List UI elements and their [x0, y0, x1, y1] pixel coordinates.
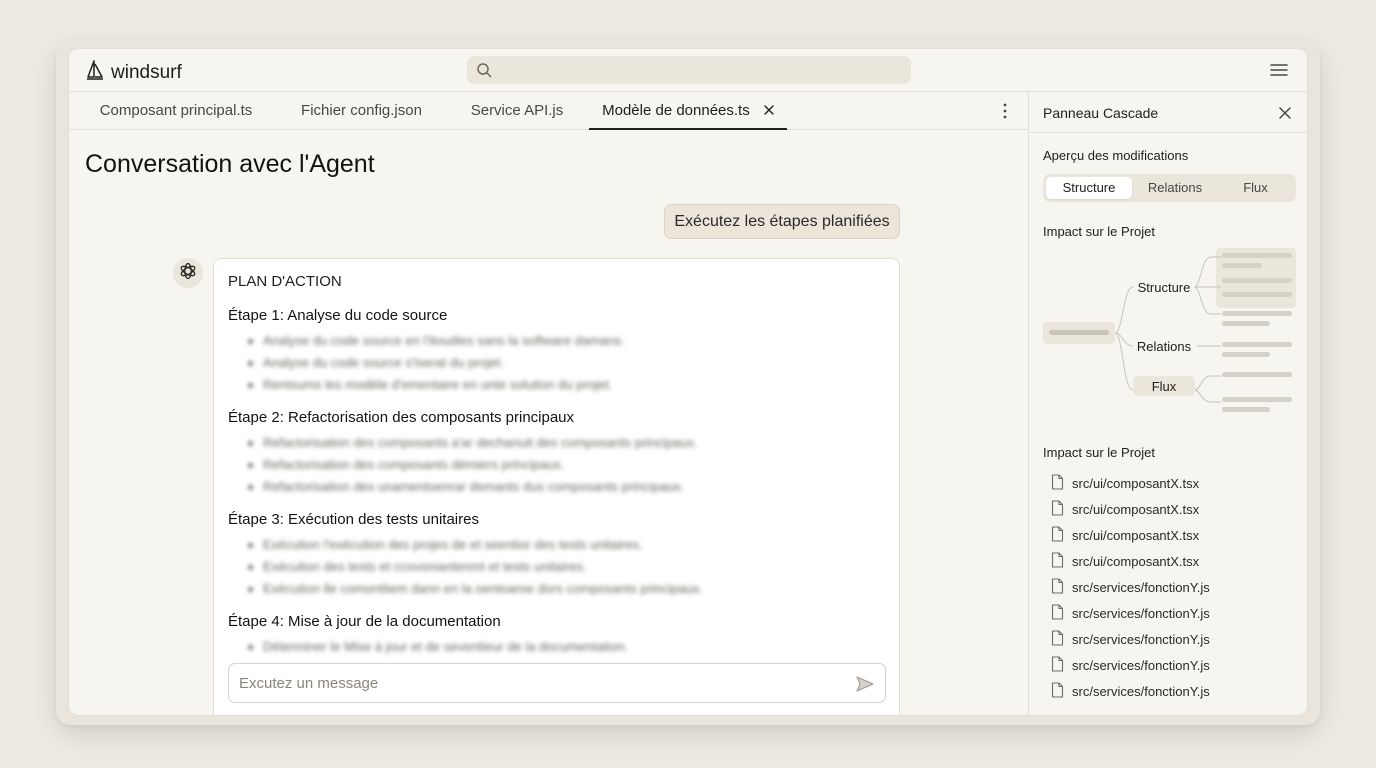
panel-title: Panneau Cascade	[1043, 105, 1159, 121]
file-item[interactable]: src/services/fonctionY.js	[1051, 574, 1301, 600]
file-path: src/ui/composantX.tsx	[1072, 553, 1200, 569]
tab-bar: Composant principal.ts Fichier config.js…	[69, 92, 1028, 130]
tab-label: Fichier config.json	[301, 102, 422, 119]
tab-fichier-config[interactable]: Fichier config.json	[289, 92, 434, 130]
user-message-text: Exécutez les étapes planifiées	[674, 213, 890, 230]
user-message-bubble: Exécutez les étapes planifiées	[664, 204, 900, 239]
plan-step-3: Étape 3: Exécution des tests unitaires E…	[228, 511, 888, 600]
tab-modele-donnees[interactable]: Modèle de données.ts	[589, 92, 787, 130]
preview-label: Aperçu des modifications	[1043, 148, 1189, 163]
file-item[interactable]: src/services/fonctionY.js	[1051, 678, 1301, 704]
list-item: Exécution lle comonttiem dann en la oent…	[248, 578, 888, 600]
close-tab-icon[interactable]	[764, 92, 774, 130]
tab-label: Modèle de données.ts	[602, 102, 750, 119]
tab-label: Composant principal.ts	[99, 102, 253, 119]
app-name: windsurf	[111, 61, 182, 83]
list-item: Refactorisation des unamentoenrar demant…	[248, 476, 888, 498]
file-icon	[1051, 603, 1064, 623]
step-items: Analyse du code source en l'itoudies san…	[228, 330, 888, 396]
list-item: Refactorisation des composants démiers p…	[248, 454, 888, 476]
hamburger-menu-icon[interactable]	[1269, 61, 1289, 79]
agent-avatar	[173, 258, 203, 288]
page-title: Conversation avec l'Agent	[85, 150, 375, 178]
step-items: Refactorisation des composants a'ar dech…	[228, 432, 888, 498]
message-composer[interactable]	[228, 663, 886, 703]
tab-composant-principal[interactable]: Composant principal.ts	[83, 92, 269, 130]
file-icon	[1051, 473, 1064, 493]
list-item: Analyse du code source en l'itoudies san…	[248, 330, 888, 352]
file-path: src/ui/composantX.tsx	[1072, 501, 1200, 517]
segment-flux[interactable]: Flux	[1218, 177, 1293, 199]
file-item[interactable]: src/services/fonctionY.js	[1051, 600, 1301, 626]
tab-label: Service API.js	[470, 102, 564, 119]
sail-icon	[85, 59, 105, 86]
file-icon	[1051, 551, 1064, 571]
file-icon	[1051, 655, 1064, 675]
search-bar[interactable]	[467, 56, 911, 84]
list-item: Exécution l'exécution des projes de et s…	[248, 534, 888, 556]
segment-structure[interactable]: Structure	[1046, 177, 1132, 199]
file-item[interactable]: src/ui/composantX.tsx	[1051, 496, 1301, 522]
app-logo[interactable]: windsurf	[85, 59, 182, 86]
file-path: src/ui/composantX.tsx	[1072, 527, 1200, 543]
plan-step-1: Étape 1: Analyse du code source Analyse …	[228, 307, 888, 396]
list-item: Rentsums les modèle d'ementaire en unte …	[248, 374, 888, 396]
close-icon[interactable]	[1278, 106, 1292, 120]
top-bar: windsurf	[69, 49, 1307, 92]
agent-response-card: PLAN D'ACTION Étape 1: Analyse du code s…	[213, 258, 900, 715]
step-items: Détenniner le Mise à jour et de seventie…	[228, 636, 888, 658]
impact-label: Impact sur le Projet	[1043, 224, 1155, 239]
step-title: Étape 4: Mise à jour de la documentation	[228, 613, 501, 630]
impact-diagram: Structure Relations Flux	[1029, 242, 1307, 432]
list-item: Refactorisation des composants a'ar dech…	[248, 432, 888, 454]
cascade-panel: Panneau Cascade Aperçu des modifications…	[1028, 92, 1307, 715]
file-path: src/ui/composantX.tsx	[1072, 475, 1200, 491]
tab-service-api[interactable]: Service API.js	[457, 92, 577, 130]
files-impact-label: Impact sur le Projet	[1043, 445, 1155, 460]
plan-heading: PLAN D'ACTION	[228, 273, 342, 290]
app-window: windsurf Composant principal.ts Fichier …	[68, 48, 1308, 716]
file-item[interactable]: src/services/fonctionY.js	[1051, 626, 1301, 652]
file-path: src/services/fonctionY.js	[1072, 631, 1210, 647]
file-path: src/services/fonctionY.js	[1072, 657, 1210, 673]
plan-step-4: Étape 4: Mise à jour de la documentation…	[228, 613, 888, 658]
file-item[interactable]: src/ui/composantX.tsx	[1051, 522, 1301, 548]
file-item[interactable]: src/ui/composantX.tsx	[1051, 548, 1301, 574]
editor-area: Composant principal.ts Fichier config.js…	[69, 92, 1028, 715]
list-item: Exécution des tests et ccovoniantenmt et…	[248, 556, 888, 578]
message-input[interactable]	[239, 664, 839, 702]
agent-knot-icon	[178, 261, 198, 286]
diagram-root-bar	[1049, 330, 1109, 335]
file-icon	[1051, 577, 1064, 597]
list-item: Analyse du code source s'iserat du proje…	[248, 352, 888, 374]
diagram-node-label: Relations	[1137, 339, 1192, 354]
file-path: src/services/fonctionY.js	[1072, 579, 1210, 595]
list-item: Détenniner le Mise à jour et de seventie…	[248, 636, 888, 658]
file-icon	[1051, 681, 1064, 701]
step-items: Exécution l'exécution des projes de et s…	[228, 534, 888, 600]
search-icon	[476, 62, 492, 83]
file-icon	[1051, 499, 1064, 519]
step-title: Étape 2: Refactorisation des composants …	[228, 409, 575, 426]
file-icon	[1051, 629, 1064, 649]
impacted-files-list: src/ui/composantX.tsx src/ui/composantX.…	[1051, 470, 1301, 704]
more-options-icon[interactable]	[997, 102, 1013, 120]
file-path: src/services/fonctionY.js	[1072, 605, 1210, 621]
segment-relations[interactable]: Relations	[1134, 177, 1216, 199]
diagram-node-label: Flux	[1152, 379, 1177, 394]
plan-step-2: Étape 2: Refactorisation des composants …	[228, 409, 888, 498]
send-icon[interactable]	[855, 674, 875, 694]
step-title: Étape 3: Exécution des tests unitaires	[228, 511, 479, 528]
file-path: src/services/fonctionY.js	[1072, 683, 1210, 699]
file-item[interactable]: src/services/fonctionY.js	[1051, 652, 1301, 678]
file-icon	[1051, 525, 1064, 545]
view-segmented-control: Structure Relations Flux	[1043, 174, 1296, 202]
search-input[interactable]	[499, 56, 899, 84]
diagram-node-label: Structure	[1138, 280, 1191, 295]
panel-header: Panneau Cascade	[1029, 92, 1307, 133]
file-item[interactable]: src/ui/composantX.tsx	[1051, 470, 1301, 496]
step-title: Étape 1: Analyse du code source	[228, 307, 448, 324]
